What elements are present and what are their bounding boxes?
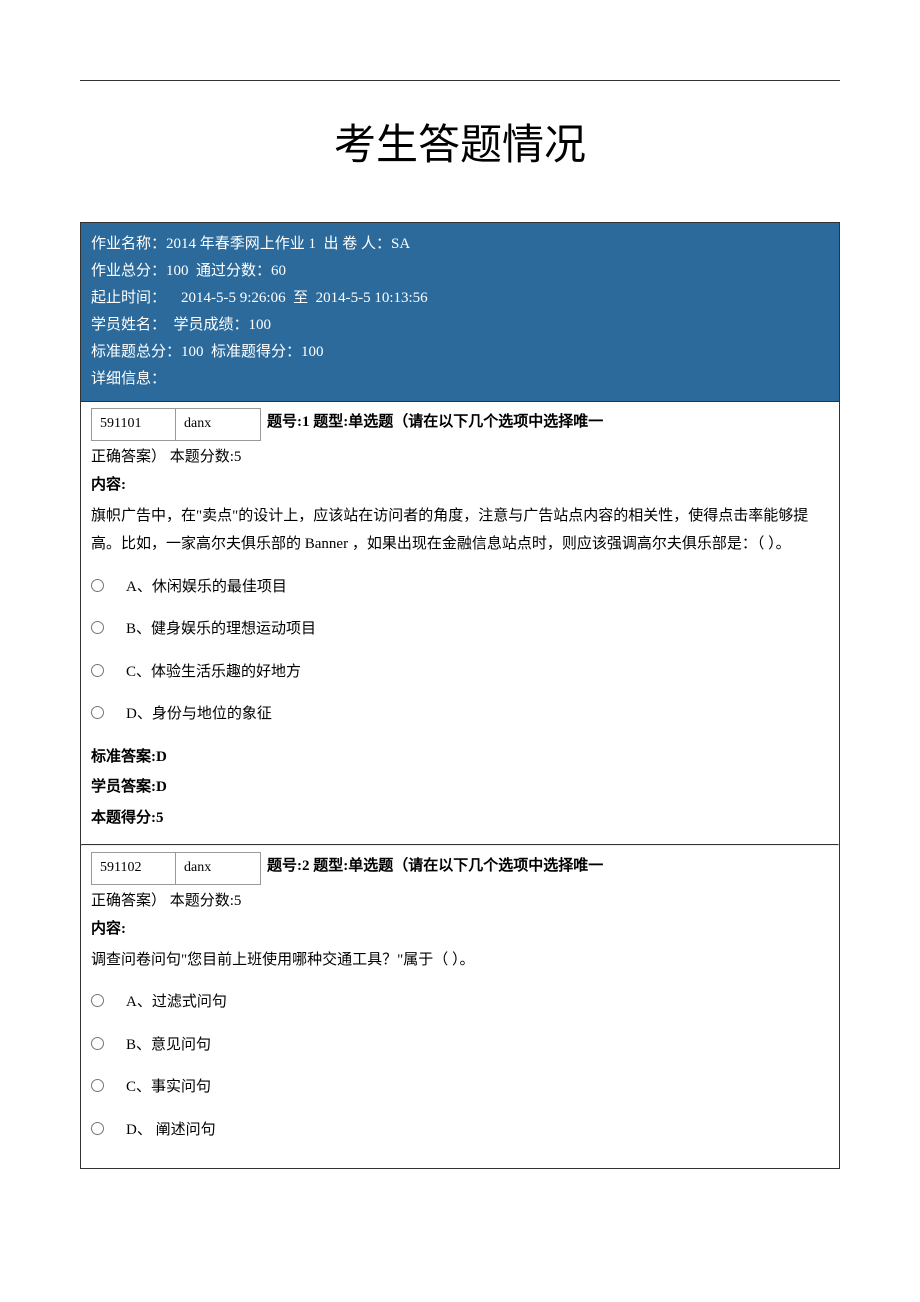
- question-text: 旗帜广告中，在"卖点"的设计上，应该站在访问者的角度，注意与广告站点内容的相关性…: [91, 502, 829, 559]
- option-d-text: D、 阐述问句: [126, 1116, 216, 1145]
- option-b-text: B、意见问句: [126, 1031, 211, 1060]
- option-row: B、健身娱乐的理想运动项目: [91, 615, 829, 644]
- question-meta-label-2: 正确答案） 本题分数:5: [91, 887, 829, 916]
- option-c-radio[interactable]: [91, 1079, 104, 1092]
- option-d-radio[interactable]: [91, 706, 104, 719]
- top-rule: [80, 80, 840, 81]
- student-answer: 学员答案:D: [91, 773, 829, 802]
- option-c-text: C、事实问句: [126, 1073, 211, 1102]
- page-title: 考生答题情况: [80, 111, 840, 172]
- option-a-radio[interactable]: [91, 579, 104, 592]
- option-row: B、意见问句: [91, 1031, 829, 1060]
- option-b-text: B、健身娱乐的理想运动项目: [126, 615, 316, 644]
- question-text: 调查问卷问句"您目前上班使用哪种交通工具？"属于（ ）。: [91, 946, 829, 975]
- question-id: 591102: [91, 852, 176, 885]
- option-c-radio[interactable]: [91, 664, 104, 677]
- option-c-text: C、体验生活乐趣的好地方: [126, 658, 301, 687]
- header-line-3: 起止时间： 2014-5-5 9:26:06 至 2014-5-5 10:13:…: [91, 285, 829, 312]
- option-b-radio[interactable]: [91, 621, 104, 634]
- option-row: A、休闲娱乐的最佳项目: [91, 573, 829, 602]
- option-row: C、体验生活乐趣的好地方: [91, 658, 829, 687]
- option-a-text: A、休闲娱乐的最佳项目: [126, 573, 287, 602]
- header-line-2: 作业总分：100 通过分数：60: [91, 258, 829, 285]
- option-d-text: D、身份与地位的象征: [126, 700, 272, 729]
- answers-block: 标准答案:D 学员答案:D 本题得分:5: [91, 743, 829, 833]
- question-meta-label: 题号:1 题型:单选题（请在以下几个选项中选择唯一: [267, 408, 829, 437]
- content-label: 内容:: [91, 915, 829, 944]
- header-line-1: 作业名称：2014 年春季网上作业 1 出 卷 人：SA: [91, 231, 829, 258]
- question-block-1: 591101 danx 题号:1 题型:单选题（请在以下几个选项中选择唯一 正确…: [81, 402, 839, 844]
- question-id: 591101: [91, 408, 176, 441]
- question-code: danx: [176, 408, 261, 441]
- option-b-radio[interactable]: [91, 1037, 104, 1050]
- question-meta-2: 591102 danx 题号:2 题型:单选题（请在以下几个选项中选择唯一: [91, 852, 829, 885]
- content-label: 内容:: [91, 471, 829, 500]
- option-a-text: A、过滤式问句: [126, 988, 227, 1017]
- header-line-6: 详细信息：: [91, 366, 829, 393]
- standard-answer: 标准答案:D: [91, 743, 829, 772]
- score-earned: 本题得分:5: [91, 804, 829, 833]
- question-meta-label-2: 正确答案） 本题分数:5: [91, 443, 829, 472]
- option-row: D、身份与地位的象征: [91, 700, 829, 729]
- question-block-2: 591102 danx 题号:2 题型:单选题（请在以下几个选项中选择唯一 正确…: [81, 846, 839, 1168]
- question-code: danx: [176, 852, 261, 885]
- header-line-4: 学员姓名： 学员成绩：100: [91, 312, 829, 339]
- option-a-radio[interactable]: [91, 994, 104, 1007]
- question-meta-label: 题号:2 题型:单选题（请在以下几个选项中选择唯一: [267, 852, 829, 881]
- assignment-header: 作业名称：2014 年春季网上作业 1 出 卷 人：SA 作业总分：100 通过…: [81, 223, 839, 402]
- option-row: C、事实问句: [91, 1073, 829, 1102]
- question-meta-1: 591101 danx 题号:1 题型:单选题（请在以下几个选项中选择唯一: [91, 408, 829, 441]
- header-line-5: 标准题总分：100 标准题得分：100: [91, 339, 829, 366]
- main-box: 作业名称：2014 年春季网上作业 1 出 卷 人：SA 作业总分：100 通过…: [80, 222, 840, 1169]
- option-row: A、过滤式问句: [91, 988, 829, 1017]
- option-d-radio[interactable]: [91, 1122, 104, 1135]
- option-row: D、 阐述问句: [91, 1116, 829, 1145]
